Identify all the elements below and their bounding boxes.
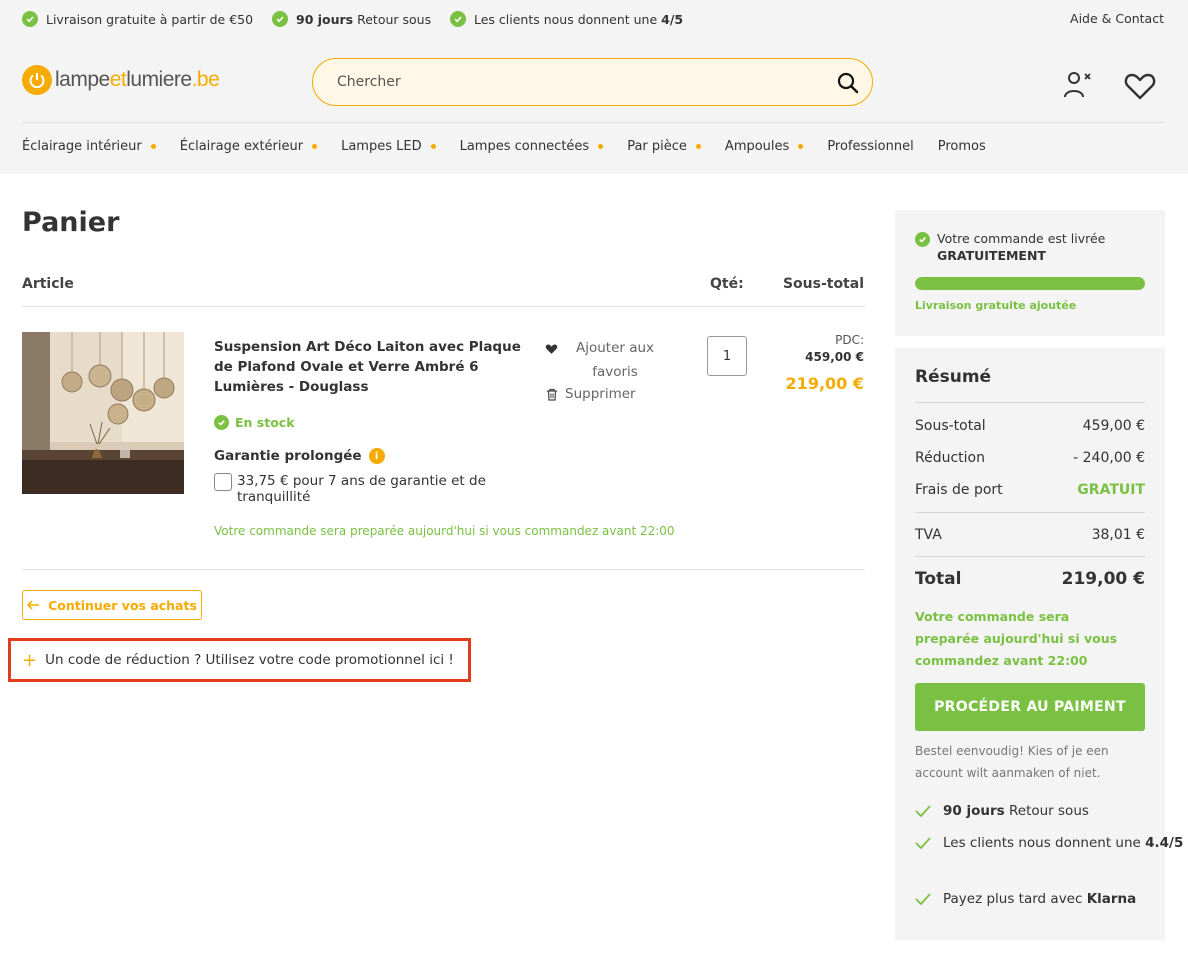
progress-fill — [915, 277, 1145, 290]
free-shipping-note: Livraison gratuite ajoutée — [915, 299, 1077, 312]
power-logo-icon — [22, 65, 52, 95]
divider — [915, 402, 1145, 403]
column-header-qty: Qté: — [710, 276, 744, 292]
plus-icon: + — [22, 649, 38, 671]
dropdown-dot-icon — [695, 144, 701, 149]
nav-item-professional[interactable]: Professionnel — [827, 139, 913, 154]
summary-title: Résumé — [915, 367, 992, 387]
usp-bar: Livraison gratuite à partir de €50 90 jo… — [0, 0, 1188, 40]
pdc-label: PDC: — [835, 333, 864, 347]
usp-rating: Les clients nous donnent une 4/5 — [450, 11, 683, 27]
free-shipping-heading: Votre commande est livrée GRATUITEMENT — [915, 230, 1105, 264]
usp-returns: 90 jours Retour sous — [272, 11, 431, 27]
page-title: Panier — [22, 207, 120, 238]
site-header: lampeetlumiere.be Éclairage intérieur Éc… — [0, 40, 1188, 174]
logo-text: lampeetlumiere.be — [55, 68, 220, 91]
preparation-note: Votre commande sera preparée aujourd'hui… — [214, 524, 675, 538]
promo-code-toggle[interactable]: + Un code de réduction ? Utilisez votre … — [8, 638, 471, 682]
nav-item-interior-lighting[interactable]: Éclairage intérieur — [22, 139, 156, 154]
search-bar — [312, 58, 873, 106]
warranty-heading: Garantie prolongée i — [214, 448, 385, 464]
perk-klarna: Payez plus tard avec Klarna — [915, 887, 1145, 911]
check-circle-icon — [450, 11, 466, 27]
warranty-checkbox[interactable] — [214, 473, 232, 491]
nav-item-by-room[interactable]: Par pièce — [627, 139, 701, 154]
perk-returns: 90 jours Retour sous — [915, 799, 1145, 823]
check-circle-icon — [272, 11, 288, 27]
check-circle-icon — [915, 232, 930, 247]
search-input[interactable] — [337, 71, 817, 93]
heart-icon[interactable] — [1124, 72, 1156, 100]
arrow-left-icon — [27, 600, 40, 610]
promo-code-label: Un code de réduction ? Utilisez votre co… — [45, 652, 454, 668]
continue-shopping-label: Continuer vos achats — [48, 597, 197, 613]
dropdown-dot-icon — [598, 144, 604, 149]
item-subtotal: 219,00 € — [785, 374, 864, 393]
check-icon — [915, 805, 931, 817]
warranty-label: Garantie prolongée — [214, 448, 362, 464]
check-icon — [915, 893, 931, 905]
warranty-option-label[interactable]: 33,75 € pour 7 ans de garantie et de tra… — [237, 473, 507, 505]
usp-text: Livraison gratuite à partir de €50 — [46, 11, 254, 27]
free-shipping-line1: Votre commande est livrée — [937, 231, 1106, 246]
summary-row-total: Total 219,00 € — [915, 569, 1145, 589]
product-name-link[interactable]: Suspension Art Déco Laiton avec Plaque d… — [214, 337, 524, 397]
check-circle-icon — [214, 415, 229, 430]
divider — [22, 569, 865, 570]
heart-filled-icon — [545, 344, 558, 354]
nav-item-exterior-lighting[interactable]: Éclairage extérieur — [180, 139, 318, 154]
free-shipping-progress — [915, 277, 1145, 290]
free-shipping-line2: GRATUITEMENT — [937, 248, 1046, 263]
info-icon[interactable]: i — [368, 448, 385, 464]
usp-text: Retour sous — [353, 11, 432, 27]
main-navigation: Éclairage intérieur Éclairage extérieur … — [22, 139, 1010, 154]
nav-item-promos[interactable]: Promos — [938, 139, 986, 154]
dropdown-dot-icon — [150, 144, 156, 149]
column-header-article: Article — [22, 276, 74, 292]
remove-item-button[interactable]: Supprimer — [546, 386, 636, 402]
remove-item-label: Supprimer — [565, 386, 636, 402]
usp-bold: 4/5 — [661, 11, 684, 27]
nav-item-bulbs[interactable]: Ampoules — [725, 139, 804, 154]
recommended-price: PDC: 459,00 € — [805, 333, 864, 364]
check-circle-icon — [22, 11, 38, 27]
summary-row-shipping: Frais de port GRATUIT — [915, 482, 1145, 498]
summary-row-discount: Réduction - 240,00 € — [915, 450, 1145, 466]
pdc-value: 459,00 € — [805, 350, 864, 364]
divider — [22, 306, 865, 307]
add-to-favorites-label: Ajouter aux favoris — [575, 340, 655, 380]
summary-row-subtotal: Sous-total 459,00 € — [915, 418, 1145, 434]
dropdown-dot-icon — [430, 144, 436, 149]
user-icon[interactable] — [1062, 70, 1092, 100]
usp-free-delivery: Livraison gratuite à partir de €50 — [22, 11, 253, 27]
site-logo[interactable]: lampeetlumiere.be — [22, 65, 220, 95]
quantity-input[interactable] — [707, 336, 747, 376]
check-icon — [915, 837, 931, 849]
product-image[interactable] — [22, 332, 184, 494]
order-summary: Résumé Sous-total 459,00 € Réduction - 240… — [895, 348, 1183, 940]
summary-preparation-note: Votre commande sera preparée aujourd'hui… — [915, 609, 1118, 668]
dropdown-dot-icon — [312, 144, 318, 149]
dropdown-dot-icon — [798, 144, 804, 149]
nav-item-connected-lamps[interactable]: Lampes connectées — [460, 139, 604, 154]
guest-checkout-note: Bestel eenvoudig! Kies of je een account… — [915, 744, 1109, 780]
divider — [915, 512, 1145, 513]
trash-icon — [547, 388, 557, 401]
column-header-subtotal: Sous-total — [782, 276, 864, 292]
continue-shopping-button[interactable]: Continuer vos achats — [22, 590, 202, 620]
free-shipping-panel: Votre commande est livrée GRATUITEMENT Li… — [895, 210, 1165, 336]
stock-status: En stock — [214, 415, 295, 430]
perk-rating: Les clients nous donnent une 4.4/5 — [915, 831, 1183, 855]
divider — [915, 556, 1145, 557]
add-to-favorites-button[interactable]: Ajouter aux favoris — [545, 336, 660, 384]
help-contact-link[interactable]: Aide & Contact — [1070, 11, 1164, 26]
usp-bold: 90 jours — [296, 11, 354, 27]
checkout-button[interactable]: PROCÉDER AU PAIMENT — [915, 683, 1145, 731]
summary-row-vat: TVA 38,01 € — [915, 527, 1145, 543]
nav-item-led-lamps[interactable]: Lampes LED — [341, 139, 436, 154]
usp-text: Les clients nous donnent une — [474, 11, 662, 27]
stock-label: En stock — [235, 415, 295, 430]
search-icon[interactable] — [836, 71, 860, 95]
header-divider — [22, 122, 1165, 123]
